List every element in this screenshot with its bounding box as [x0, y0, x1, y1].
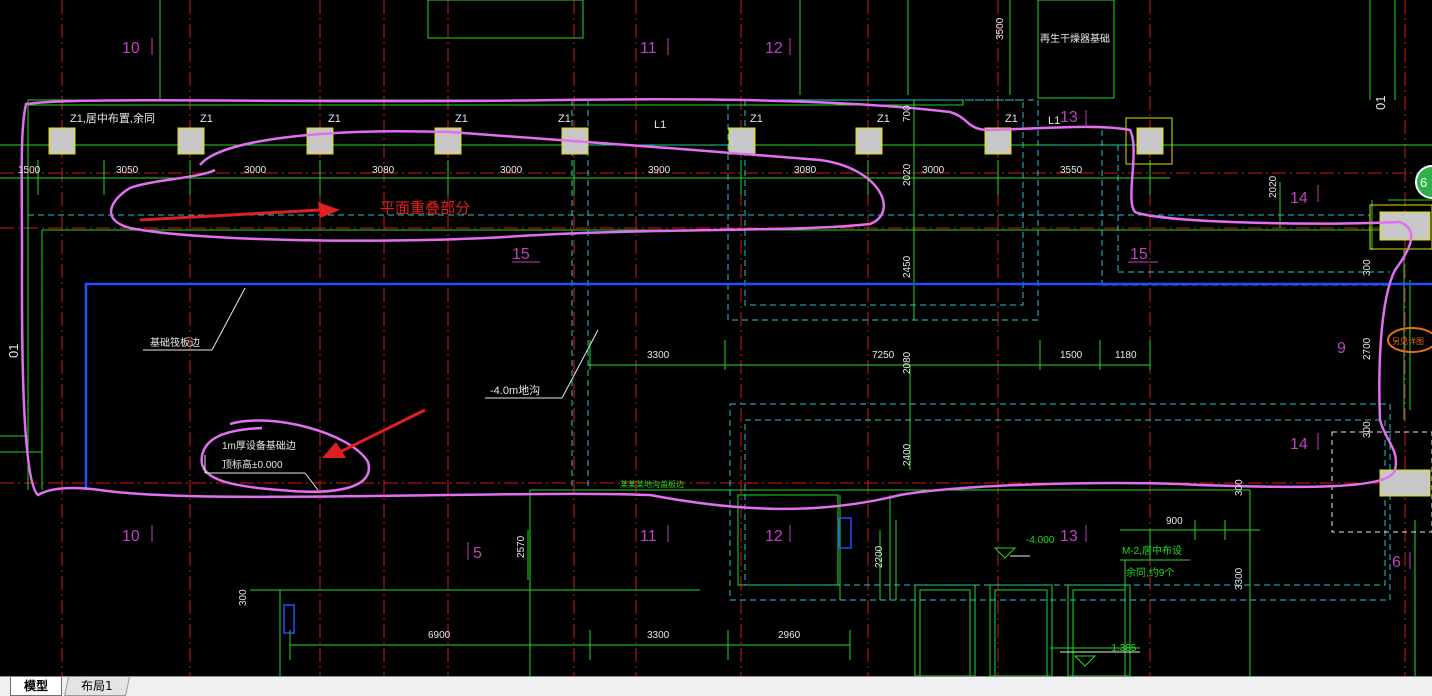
dimension-text: 3080	[372, 165, 395, 176]
axis-label: 12	[765, 528, 783, 545]
axis-label: 15	[512, 246, 530, 263]
column-label: Z1,居中布置,余同	[70, 111, 155, 125]
top-elevation-note: 顶标高±0.000	[222, 458, 283, 471]
dimension-text: 700	[902, 105, 913, 122]
axis-label: 9	[1337, 340, 1346, 357]
dimension-text: 2200	[874, 545, 885, 568]
elevation-neg4: -4.000	[1026, 535, 1055, 546]
axis-label: 12	[765, 40, 783, 57]
dimension-text: 6900	[428, 630, 451, 641]
column-label: Z1	[877, 113, 890, 125]
dimension-text: 3000	[922, 165, 945, 176]
dimension-text: 1180	[1115, 350, 1137, 361]
dimension-text: 2570	[516, 535, 527, 558]
axis-bubble-label: 6	[1420, 175, 1427, 190]
centerline-note: 某某某地沟盖板边	[620, 479, 684, 489]
beam-label: L1	[654, 119, 666, 131]
axis-label: 14	[1290, 190, 1308, 207]
axis-label: 13	[1060, 109, 1078, 126]
regen-dryer-note: 再生干燥器基础	[1040, 32, 1110, 45]
dimension-text: 3300	[647, 350, 670, 361]
orange-note-text: 另见详图	[1392, 336, 1424, 346]
column-label: Z1	[455, 113, 468, 125]
axis-label: 5	[473, 545, 482, 562]
dimension-text: 2450	[902, 255, 913, 278]
column-label: Z1	[1005, 113, 1018, 125]
pit-note: -4.0m地沟	[490, 384, 540, 397]
door-m2-note: M-2,居中布设	[1122, 544, 1182, 557]
axis-label: 15	[1130, 246, 1148, 263]
dimension-text: 3000	[500, 165, 523, 176]
tab-layout1[interactable]: 布局1	[63, 677, 131, 696]
axis-label: 10	[122, 40, 140, 57]
tab-model[interactable]: 模型	[10, 677, 62, 696]
dimension-text: 2020	[1268, 175, 1279, 198]
axis-label: 6	[1392, 554, 1401, 571]
dimension-text: 2400	[902, 443, 913, 466]
elevation-neg1385: -1.385	[1108, 643, 1137, 654]
dimension-text: 3300	[647, 630, 670, 641]
dimension-text: 300	[238, 589, 249, 606]
column-label: L1	[1048, 115, 1060, 127]
overlap-annotation: 平面重叠部分	[380, 199, 470, 217]
cad-model-space[interactable]: 6 另见详图 10 11 12 13 14 15 15 9 14 10 5 11…	[0, 0, 1432, 676]
dimension-text: 3080	[794, 165, 817, 176]
axis-label: 11	[640, 528, 657, 545]
axis-label: 11	[640, 40, 657, 57]
tab-model-label: 模型	[23, 679, 48, 693]
dimension-text: 300	[1362, 259, 1373, 276]
dimension-text: 3550	[1060, 165, 1083, 176]
column-label: Z1	[200, 113, 213, 125]
dimension-text: 2080	[902, 351, 913, 374]
axis-label: 14	[1290, 436, 1308, 453]
foundation-edge-note: 基础筏板边	[150, 336, 200, 349]
dimension-text: 1500	[18, 165, 41, 176]
dimension-text: 2700	[1362, 337, 1373, 360]
side-mark-right: 01	[1373, 96, 1388, 110]
dimension-text: 300	[1234, 479, 1245, 496]
dimension-text: 3000	[244, 165, 267, 176]
door-m2-sub-note: 余同,约9个	[1126, 566, 1174, 579]
axis-label: 10	[122, 528, 140, 545]
dimension-text: 7250	[872, 350, 895, 361]
dimension-text: 1500	[1060, 350, 1083, 361]
dimension-text: 2960	[778, 630, 801, 641]
column-label: Z1	[558, 113, 571, 125]
equipment-base-note: 1m厚设备基础边	[222, 439, 296, 452]
dimension-text: 300	[1362, 421, 1373, 438]
axis-label: 13	[1060, 528, 1078, 545]
dimension-text: 3900	[648, 165, 671, 176]
dimension-text: 2020	[902, 163, 913, 186]
dimension-text: 3050	[116, 165, 139, 176]
dimension-text: 900	[1166, 516, 1183, 527]
column-label: Z1	[750, 113, 763, 125]
column-label: Z1	[328, 113, 341, 125]
tab-layout1-label: 布局1	[81, 679, 113, 693]
dimension-text: 3300	[1234, 567, 1245, 590]
side-mark-left: 01	[6, 344, 21, 358]
layout-tab-bar: 模型 布局1	[0, 676, 1432, 696]
dimension-text: 3500	[995, 17, 1006, 40]
